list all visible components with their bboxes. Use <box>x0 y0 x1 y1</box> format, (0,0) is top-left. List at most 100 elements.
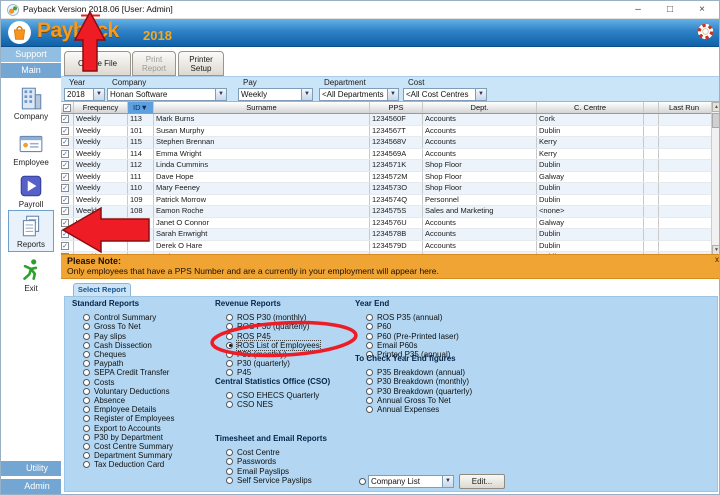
report-option-label[interactable]: CSO NES <box>237 400 273 409</box>
chevron-down-icon[interactable]: ▼ <box>301 89 312 100</box>
report-option-tax-deduction-card[interactable]: Tax Deduction Card <box>83 456 164 469</box>
filter-dropdown-department[interactable]: <All Departments ▼ <box>319 88 399 101</box>
report-option-control-summary[interactable]: Control Summary <box>83 309 156 322</box>
column-header-surname[interactable]: Surname <box>154 102 370 113</box>
table-row[interactable]: ✓ Weekly 107 Janet O Connor 1234576U Accounts… <box>61 217 719 229</box>
column-header-frequency[interactable]: Frequency <box>74 102 128 113</box>
sidebar-item-payroll[interactable]: Payroll <box>8 171 54 211</box>
report-option-label[interactable]: Tax Deduction Card <box>94 460 164 469</box>
report-option-label[interactable]: Annual Expenses <box>377 405 439 414</box>
radio-icon[interactable] <box>226 369 233 377</box>
checkbox-checked-icon[interactable]: ✓ <box>61 218 69 227</box>
sidebar-tab-support[interactable]: Support <box>1 47 61 62</box>
radio-icon[interactable] <box>83 461 90 469</box>
table-row[interactable]: ✓ Weekly 101 Susan Murphy 1234567T Accounts Du… <box>61 125 719 137</box>
table-row[interactable]: ✓ Derek O Hare 1234579D Accounts Dublin <box>61 240 719 252</box>
report-option-p35-breakdown-annual-[interactable]: P35 Breakdown (annual) <box>366 364 465 377</box>
checkbox-checked-icon[interactable]: ✓ <box>61 126 69 135</box>
checkbox-checked-icon[interactable]: ✓ <box>61 149 69 158</box>
column-header-id-sorted[interactable]: ID▼ <box>128 102 154 113</box>
column-header-c-centre[interactable]: C. Centre <box>537 102 644 113</box>
sidebar-tab-main[interactable]: Main <box>1 63 61 78</box>
report-option-annual-gross-to-net[interactable]: Annual Gross To Net <box>366 392 451 405</box>
minimize-button[interactable]: – <box>623 1 653 19</box>
radio-icon[interactable] <box>366 406 373 414</box>
checkbox-checked-icon[interactable]: ✓ <box>61 184 69 192</box>
report-option-department-summary[interactable]: Department Summary <box>83 447 172 460</box>
header-select-all-checkbox[interactable]: ✓ <box>61 102 74 113</box>
column-header-pps[interactable]: PPS <box>370 102 423 113</box>
report-option-gross-to-net[interactable]: Gross To Net <box>83 318 141 331</box>
report-option-p60-pre-printed-laser-[interactable]: P60 (Pre-Printed laser) <box>366 327 459 341</box>
report-option-employee-details[interactable]: Employee Details <box>83 401 156 414</box>
chevron-down-icon[interactable]: ▼ <box>475 89 486 100</box>
checkbox-checked-icon[interactable]: ✓ <box>61 195 69 204</box>
maximize-button[interactable]: □ <box>655 1 685 19</box>
report-option-p60[interactable]: P60 <box>366 318 391 331</box>
filter-dropdown-year[interactable]: 2018 ▼ <box>64 88 105 101</box>
report-option-annual-expenses[interactable]: Annual Expenses <box>366 401 439 414</box>
checkbox-checked-icon[interactable]: ✓ <box>61 207 69 215</box>
report-option-export-to-accounts[interactable]: Export to Accounts <box>83 419 161 433</box>
report-option-email-p60s[interactable]: Email P60s <box>366 337 417 350</box>
report-option-register-of-employees[interactable]: Register of Employees <box>83 410 174 423</box>
sidebar-item-exit[interactable]: Exit <box>8 255 54 295</box>
report-option-cost-centre[interactable]: Cost Centre <box>226 444 280 457</box>
company-list-radio[interactable] <box>359 478 366 485</box>
table-row[interactable]: ✓ Weekly 109 Patrick Morrow 1234574Q Personne… <box>61 194 719 206</box>
report-option-p30-quarterly-[interactable]: P30 (quarterly) <box>226 355 290 368</box>
grid-scrollbar[interactable]: ▲ ▼ <box>711 102 719 254</box>
table-row[interactable]: ✓ Weekly 114 Emma Wright 1234569A Accounts Ker… <box>61 148 719 160</box>
filter-dropdown-cost[interactable]: <All Cost Centres ▼ <box>403 88 487 101</box>
column-header-last-run[interactable]: Last Run <box>659 102 709 113</box>
report-option-cso-nes[interactable]: CSO NES <box>226 396 273 409</box>
checkbox-checked-icon[interactable]: ✓ <box>61 172 69 181</box>
chevron-down-icon[interactable]: ▼ <box>93 89 104 100</box>
tab-select-report[interactable]: Select Report <box>73 283 131 296</box>
report-option-self-service-payslips[interactable]: Self Service Payslips <box>226 472 312 485</box>
checkbox-checked-icon[interactable]: ✓ <box>61 161 69 169</box>
scroll-up-icon[interactable]: ▲ <box>712 102 719 112</box>
report-option-p30-breakdown-quarterly-[interactable]: P30 Breakdown (quarterly) <box>366 382 472 396</box>
report-option-voluntary-deductions[interactable]: Voluntary Deductions <box>83 383 170 396</box>
report-option-p30-breakdown-monthly-[interactable]: P30 Breakdown (monthly) <box>366 373 469 386</box>
report-option-ros-p35-annual-[interactable]: ROS P35 (annual) <box>366 309 442 322</box>
report-option-cheques[interactable]: Cheques <box>83 346 126 359</box>
sidebar-item-company[interactable]: Company <box>8 83 54 123</box>
scroll-down-icon[interactable]: ▼ <box>712 245 719 254</box>
column-header-dept[interactable]: Dept. <box>423 102 537 113</box>
table-row[interactable]: ✓ Weekly 115 Stephen Brennan 1234568V Account… <box>61 137 719 149</box>
checkbox-checked-icon[interactable]: ✓ <box>61 138 69 146</box>
table-row[interactable]: ✓ Weekly 108 Eamon Roche 1234575S Sales and M… <box>61 206 719 218</box>
close-button[interactable]: × <box>687 1 717 19</box>
chevron-down-icon[interactable]: ▼ <box>215 89 226 100</box>
checkbox-checked-icon[interactable]: ✓ <box>61 115 69 123</box>
report-option-email-payslips[interactable]: Email Payslips <box>226 462 289 476</box>
company-list-dropdown[interactable]: Company List ▼ <box>368 475 454 488</box>
checkbox-checked-icon[interactable]: ✓ <box>63 104 71 112</box>
radio-icon[interactable] <box>226 476 233 484</box>
report-option-absence[interactable]: Absence <box>83 392 125 405</box>
edit-button[interactable]: Edit... <box>459 474 505 489</box>
checkbox-checked-icon[interactable]: ✓ <box>61 230 69 238</box>
table-row[interactable]: ✓ Sarah Enwright 1234578B Accounts Dublin <box>61 229 719 241</box>
table-row[interactable]: ✓ Weekly 112 Linda Cummins 1234571K Shop Floo… <box>61 160 719 172</box>
chevron-down-icon[interactable]: ▼ <box>387 89 398 100</box>
table-row[interactable]: ✓ Weekly 113 Mark Burns 1234560F Accounts Cork <box>61 114 719 126</box>
report-option-cash-dissection[interactable]: Cash Dissection <box>83 337 152 350</box>
report-option-passwords[interactable]: Passwords <box>226 453 276 466</box>
tab-create-file[interactable]: Create File <box>64 51 131 76</box>
checkbox-checked-icon[interactable]: ✓ <box>61 241 69 250</box>
report-option-p45[interactable]: P45 <box>226 364 251 377</box>
report-option-costs[interactable]: Costs <box>83 373 114 387</box>
scroll-thumb[interactable] <box>712 113 719 128</box>
table-row[interactable]: ✓ Weekly 110 Mary Feeney 1234573O Shop Floor D… <box>61 183 719 195</box>
report-option-paypath[interactable]: Paypath <box>83 355 123 368</box>
report-option-ros-p45[interactable]: ROS P45 <box>226 327 271 341</box>
report-option-cost-centre-summary[interactable]: Cost Centre Summary <box>83 438 173 451</box>
table-row[interactable]: ✓ Weekly 111 Dave Hope 1234572M Shop Floor Gal… <box>61 171 719 183</box>
report-option-pay-slips[interactable]: Pay slips <box>83 327 126 341</box>
filter-dropdown-pay[interactable]: Weekly ▼ <box>238 88 313 101</box>
notice-close-icon[interactable]: x <box>715 255 719 264</box>
sidebar-item-reports[interactable]: Reports <box>8 210 54 252</box>
